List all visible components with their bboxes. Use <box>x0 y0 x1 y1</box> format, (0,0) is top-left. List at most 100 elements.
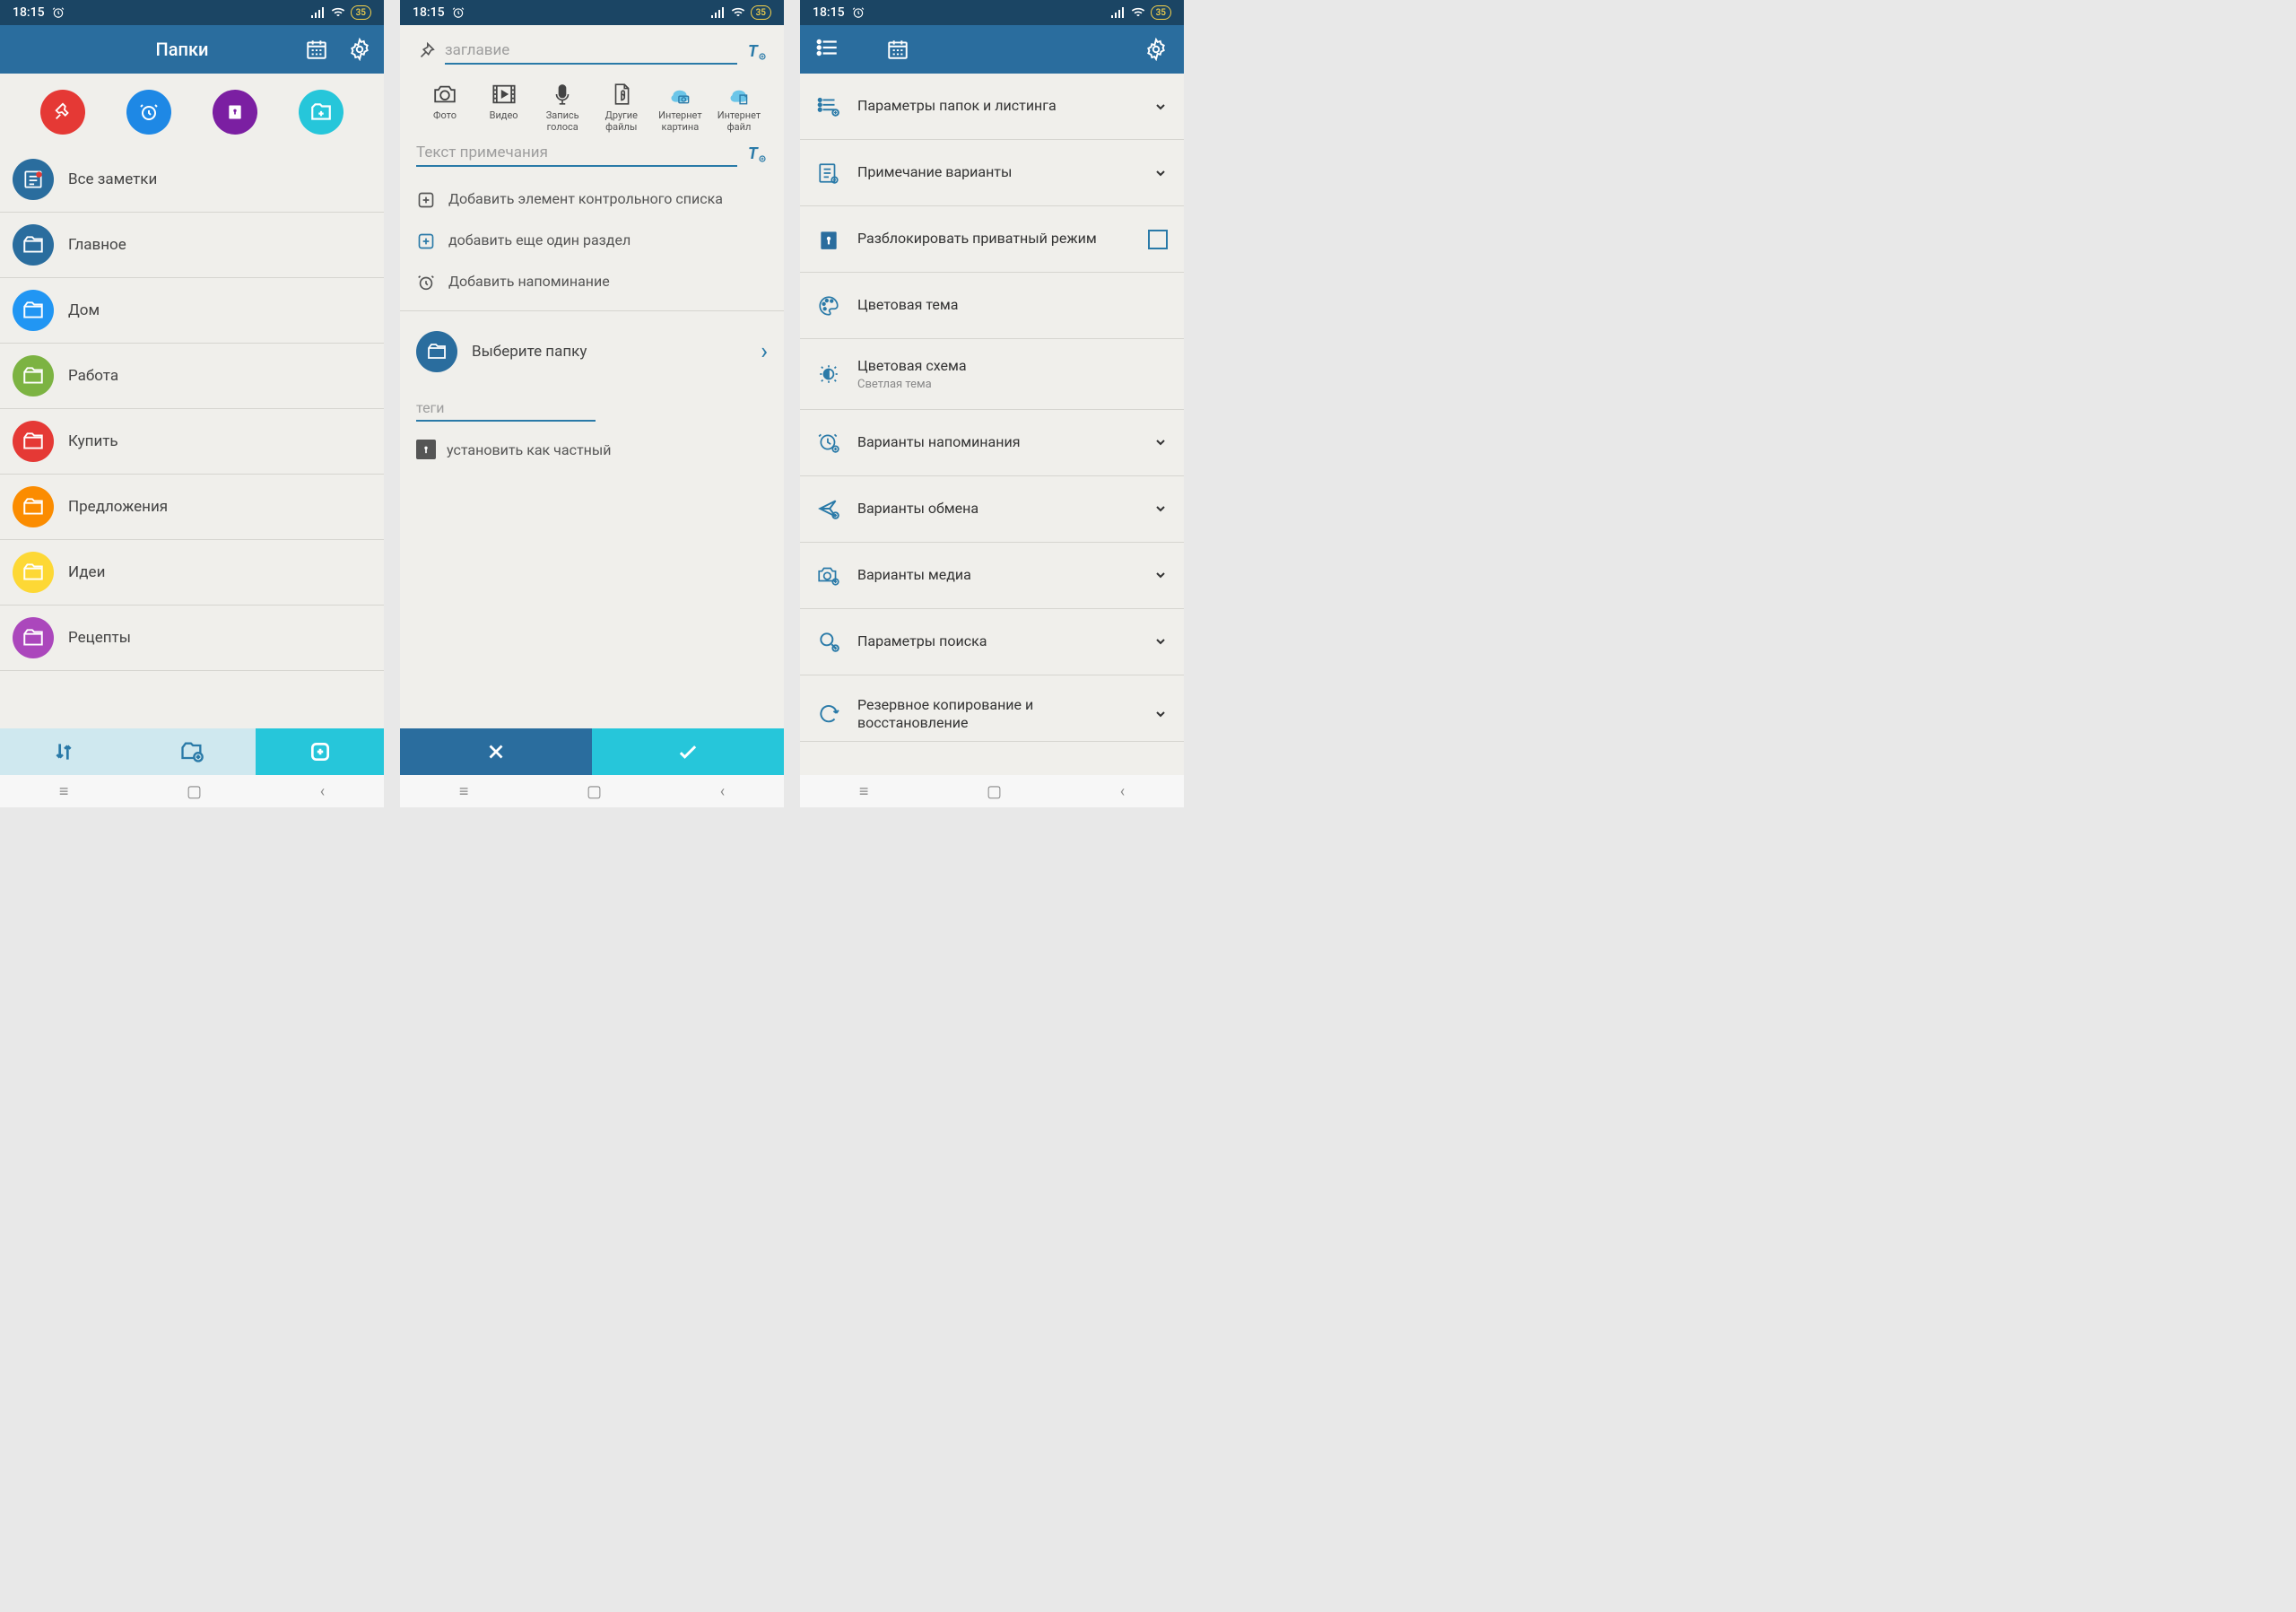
nav-back-icon[interactable]: ‹ <box>720 782 725 801</box>
lock-icon <box>416 440 436 459</box>
gear-icon[interactable] <box>348 38 371 61</box>
calendar-icon[interactable] <box>886 38 909 61</box>
text-format-icon[interactable]: T <box>746 40 768 62</box>
folder-list: Все заметки Главное Дом Работа Купить Пр… <box>0 147 384 728</box>
new-folder-button[interactable] <box>128 728 257 775</box>
setting-search[interactable]: Параметры поиска <box>800 609 1184 675</box>
set-private-button[interactable]: установить как частный <box>416 422 768 477</box>
setting-reminders[interactable]: Варианты напоминания <box>800 410 1184 476</box>
nav-home-icon[interactable]: ▢ <box>587 782 602 801</box>
battery-indicator: 35 <box>751 5 771 20</box>
quick-alarm-button[interactable] <box>126 90 171 135</box>
nav-home-icon[interactable]: ▢ <box>987 782 1002 801</box>
calendar-icon[interactable] <box>305 38 328 61</box>
tags-input[interactable] <box>416 396 596 422</box>
alarm-icon <box>52 6 65 19</box>
note-text-input[interactable] <box>416 140 737 167</box>
nav-back-icon[interactable]: ‹ <box>1120 782 1125 801</box>
chevron-down-icon <box>1153 707 1168 721</box>
alarm-icon <box>452 6 465 19</box>
add-note-button[interactable] <box>256 728 384 775</box>
pin-icon[interactable] <box>416 41 436 61</box>
setting-folders[interactable]: Параметры папок и листинга <box>800 74 1184 140</box>
status-bar: 18:15 35 <box>800 0 1184 25</box>
setting-sharing[interactable]: Варианты обмена <box>800 476 1184 543</box>
folder-all-notes[interactable]: Все заметки <box>0 147 384 213</box>
nav-home-icon[interactable]: ▢ <box>187 782 202 801</box>
screen-settings: 18:15 35 Параметры папок и листинга Прим… <box>800 0 1184 807</box>
attach-photo[interactable]: Фото <box>416 83 474 133</box>
status-bar: 18:15 35 <box>0 0 384 25</box>
add-reminder-button[interactable]: Добавить напоминание <box>416 262 768 303</box>
wifi-icon <box>331 7 345 18</box>
folder-ideas[interactable]: Идеи <box>0 540 384 606</box>
svg-text:T: T <box>748 42 759 61</box>
add-checklist-button[interactable]: Добавить элемент контрольного списка <box>416 179 768 221</box>
chevron-down-icon <box>1153 501 1168 516</box>
nav-back-icon[interactable]: ‹ <box>320 782 325 801</box>
chevron-down-icon <box>1153 100 1168 114</box>
add-section-button[interactable]: добавить еще один раздел <box>416 221 768 262</box>
list-view-icon[interactable] <box>816 38 839 61</box>
attach-files[interactable]: Другие файлы <box>593 83 650 133</box>
confirm-button[interactable] <box>592 728 784 775</box>
folder-home[interactable]: Дом <box>0 278 384 344</box>
battery-indicator: 35 <box>351 5 371 20</box>
text-format-icon[interactable]: T <box>746 143 768 164</box>
bottom-toolbar <box>0 728 384 775</box>
svg-text:T: T <box>748 144 759 163</box>
chevron-down-icon <box>1153 435 1168 449</box>
quick-actions <box>0 74 384 147</box>
chevron-down-icon <box>1153 634 1168 649</box>
chevron-right-icon: › <box>761 338 768 365</box>
attach-video[interactable]: Видео <box>475 83 533 133</box>
nav-menu-icon[interactable]: ≡ <box>859 782 869 801</box>
folder-work[interactable]: Работа <box>0 344 384 409</box>
title-input[interactable] <box>445 38 737 65</box>
wifi-icon <box>731 7 745 18</box>
setting-backup[interactable]: Резервное копирование и восстановление <box>800 675 1184 742</box>
status-bar: 18:15 35 <box>400 0 784 25</box>
android-nav: ≡ ▢ ‹ <box>400 775 784 807</box>
folder-suggestions[interactable]: Предложения <box>0 475 384 540</box>
quick-pin-button[interactable] <box>40 90 85 135</box>
android-nav: ≡ ▢ ‹ <box>800 775 1184 807</box>
chevron-down-icon <box>1153 568 1168 582</box>
app-title: Папки <box>59 39 305 60</box>
folder-main[interactable]: Главное <box>0 213 384 278</box>
settings-list: Параметры папок и листинга Примечание ва… <box>800 74 1184 775</box>
screen-folders: 18:15 35 Папки <box>0 0 384 807</box>
settings-app-bar <box>800 25 1184 74</box>
nav-menu-icon[interactable]: ≡ <box>59 782 69 801</box>
setting-media[interactable]: Варианты медиа <box>800 543 1184 609</box>
chevron-down-icon <box>1153 166 1168 180</box>
attach-web-image[interactable]: Интернет картина <box>651 83 709 133</box>
signal-icon <box>311 7 326 18</box>
wifi-icon <box>1131 7 1145 18</box>
app-bar: Папки <box>0 25 384 74</box>
select-folder-button[interactable]: Выберите папку › <box>416 318 768 385</box>
sort-button[interactable] <box>0 728 128 775</box>
note-form: T Фото Видео Запись голоса Другие файлы … <box>400 25 784 728</box>
status-time: 18:15 <box>13 5 45 20</box>
setting-unlock-private[interactable]: Разблокировать приватный режим <box>800 206 1184 273</box>
form-actions <box>400 728 784 775</box>
quick-add-folder-button[interactable] <box>299 90 344 135</box>
quick-private-button[interactable] <box>213 90 257 135</box>
gear-icon[interactable] <box>1144 38 1168 61</box>
status-time: 18:15 <box>813 5 845 20</box>
folder-recipes[interactable]: Рецепты <box>0 606 384 671</box>
folder-buy[interactable]: Купить <box>0 409 384 475</box>
cancel-button[interactable] <box>400 728 592 775</box>
android-nav: ≡ ▢ ‹ <box>0 775 384 807</box>
setting-color-theme[interactable]: Цветовая тема <box>800 273 1184 339</box>
nav-menu-icon[interactable]: ≡ <box>459 782 469 801</box>
attach-web-file[interactable]: Интернет файл <box>710 83 768 133</box>
signal-icon <box>1111 7 1126 18</box>
status-time: 18:15 <box>413 5 445 20</box>
attach-voice[interactable]: Запись голоса <box>534 83 591 133</box>
checkbox[interactable] <box>1148 230 1168 249</box>
setting-color-scheme[interactable]: Цветовая схемаСветлая тема <box>800 339 1184 410</box>
setting-notes[interactable]: Примечание варианты <box>800 140 1184 206</box>
screen-new-note: 18:15 35 T Фото Видео Запись го <box>400 0 784 807</box>
